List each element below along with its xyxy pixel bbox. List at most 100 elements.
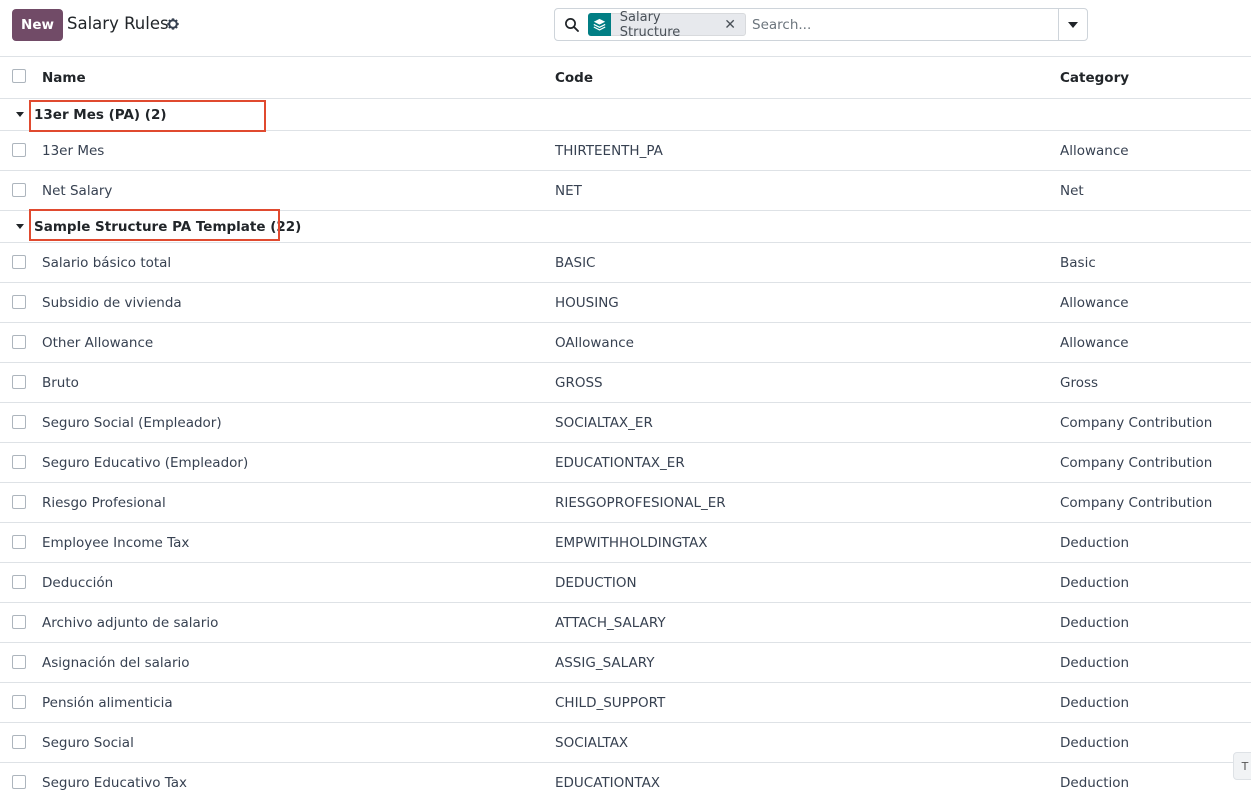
row-checkbox[interactable]: [12, 615, 26, 629]
cell-name: Asignación del salario: [42, 655, 190, 671]
search-icon[interactable]: [564, 17, 580, 33]
table-row[interactable]: Subsidio de vivienda HOUSING Allowance: [0, 283, 1251, 323]
layers-icon: [588, 12, 611, 36]
select-all-checkbox[interactable]: [12, 69, 26, 83]
table-row[interactable]: 13er Mes THIRTEENTH_PA Allowance: [0, 131, 1251, 171]
row-checkbox[interactable]: [12, 535, 26, 549]
cell-code: OAllowance: [555, 335, 634, 351]
cell-code: EDUCATIONTAX_ER: [555, 455, 685, 471]
cell-category: Deduction: [1060, 735, 1130, 751]
table-row[interactable]: Net Salary NET Net: [0, 171, 1251, 211]
cell-code: RIESGOPROFESIONAL_ER: [555, 495, 726, 511]
caret-down-icon: [16, 224, 24, 229]
caret-down-icon: [16, 112, 24, 117]
row-checkbox[interactable]: [12, 655, 26, 669]
cell-code: SOCIALTAX: [555, 735, 629, 751]
column-header-category[interactable]: Category: [1060, 70, 1129, 86]
cell-category: Basic: [1060, 255, 1096, 271]
page-title: Salary Rules: [67, 14, 169, 33]
search-box: Salary Structure ✕: [554, 8, 1088, 41]
group-highlight-box: [29, 100, 266, 132]
group-highlight-box: [29, 209, 280, 241]
list-view: Name Code Category 13er Mes (PA) (2) 13e…: [0, 57, 1251, 795]
cell-name: Riesgo Profesional: [42, 495, 166, 511]
new-button[interactable]: New: [12, 9, 63, 41]
close-icon[interactable]: ✕: [724, 17, 736, 33]
row-checkbox[interactable]: [12, 295, 26, 309]
row-checkbox[interactable]: [12, 415, 26, 429]
table-row[interactable]: Employee Income Tax EMPWITHHOLDINGTAX De…: [0, 523, 1251, 563]
facet-label: Salary Structure: [619, 9, 681, 40]
cell-name: Deducción: [42, 575, 114, 591]
cell-name: Bruto: [42, 375, 79, 391]
cell-name: Seguro Educativo (Empleador): [42, 455, 249, 471]
cell-code: THIRTEENTH_PA: [555, 143, 663, 159]
table-row[interactable]: Salario básico total BASIC Basic: [0, 243, 1251, 283]
cell-category: Gross: [1060, 375, 1099, 391]
row-checkbox[interactable]: [12, 183, 26, 197]
cell-category: Deduction: [1060, 655, 1130, 671]
cell-code: CHILD_SUPPORT: [555, 695, 666, 711]
column-header-name[interactable]: Name: [42, 70, 86, 86]
row-checkbox[interactable]: [12, 775, 26, 789]
cell-code: NET: [555, 183, 582, 199]
cell-code: SOCIALTAX_ER: [555, 415, 653, 431]
list-header: Name Code Category: [0, 57, 1251, 99]
search-input[interactable]: [752, 15, 1052, 35]
cell-code: ATTACH_SALARY: [555, 615, 666, 631]
table-row[interactable]: Riesgo Profesional RIESGOPROFESIONAL_ER …: [0, 483, 1251, 523]
table-row[interactable]: Seguro Social (Empleador) SOCIALTAX_ER C…: [0, 403, 1251, 443]
cell-category: Company Contribution: [1060, 455, 1213, 471]
cell-name: Seguro Social (Empleador): [42, 415, 222, 431]
table-row[interactable]: Asignación del salario ASSIG_SALARY Dedu…: [0, 643, 1251, 683]
search-facet-salary-structure: Salary Structure ✕: [588, 10, 746, 40]
cell-name: Pensión alimenticia: [42, 695, 173, 711]
cell-code: GROSS: [555, 375, 603, 391]
corner-button[interactable]: T: [1233, 752, 1251, 780]
cell-code: HOUSING: [555, 295, 619, 311]
column-header-code[interactable]: Code: [555, 70, 593, 86]
cell-name: Subsidio de vivienda: [42, 295, 182, 311]
cell-category: Deduction: [1060, 695, 1130, 711]
table-row[interactable]: Other Allowance OAllowance Allowance: [0, 323, 1251, 363]
table-row[interactable]: Seguro Educativo Tax EDUCATIONTAX Deduct…: [0, 763, 1251, 795]
cell-name: Employee Income Tax: [42, 535, 190, 551]
cell-category: Allowance: [1060, 335, 1129, 351]
cell-name: Salario básico total: [42, 255, 172, 271]
row-checkbox[interactable]: [12, 455, 26, 469]
table-row[interactable]: Archivo adjunto de salario ATTACH_SALARY…: [0, 603, 1251, 643]
table-row[interactable]: Seguro Social SOCIALTAX Deduction: [0, 723, 1251, 763]
row-checkbox[interactable]: [12, 255, 26, 269]
cell-name: Net Salary: [42, 183, 113, 199]
cell-code: BASIC: [555, 255, 596, 271]
row-checkbox[interactable]: [12, 375, 26, 389]
cell-category: Allowance: [1060, 295, 1129, 311]
table-row[interactable]: Pensión alimenticia CHILD_SUPPORT Deduct…: [0, 683, 1251, 723]
row-checkbox[interactable]: [12, 575, 26, 589]
cell-name: Archivo adjunto de salario: [42, 615, 219, 631]
row-checkbox[interactable]: [12, 695, 26, 709]
caret-down-icon: [1068, 21, 1078, 28]
cell-category: Allowance: [1060, 143, 1129, 159]
table-row[interactable]: Seguro Educativo (Empleador) EDUCATIONTA…: [0, 443, 1251, 483]
cell-name: 13er Mes: [42, 143, 105, 159]
row-checkbox[interactable]: [12, 143, 26, 157]
search-options-toggle[interactable]: [1058, 9, 1087, 40]
cell-category: Deduction: [1060, 535, 1130, 551]
cell-category: Net: [1060, 183, 1084, 199]
cell-code: EMPWITHHOLDINGTAX: [555, 535, 708, 551]
cell-category: Company Contribution: [1060, 495, 1213, 511]
table-row[interactable]: Deducción DEDUCTION Deduction: [0, 563, 1251, 603]
control-panel: New Salary Rules Salary Structure ✕: [0, 0, 1251, 57]
row-checkbox[interactable]: [12, 335, 26, 349]
cell-category: Deduction: [1060, 775, 1130, 791]
gear-icon[interactable]: [166, 17, 180, 31]
cell-name: Seguro Educativo Tax: [42, 775, 188, 791]
table-row[interactable]: Bruto GROSS Gross: [0, 363, 1251, 403]
cell-category: Deduction: [1060, 575, 1130, 591]
cell-code: EDUCATIONTAX: [555, 775, 661, 791]
cell-category: Company Contribution: [1060, 415, 1213, 431]
cell-name: Seguro Social: [42, 735, 134, 751]
row-checkbox[interactable]: [12, 495, 26, 509]
row-checkbox[interactable]: [12, 735, 26, 749]
